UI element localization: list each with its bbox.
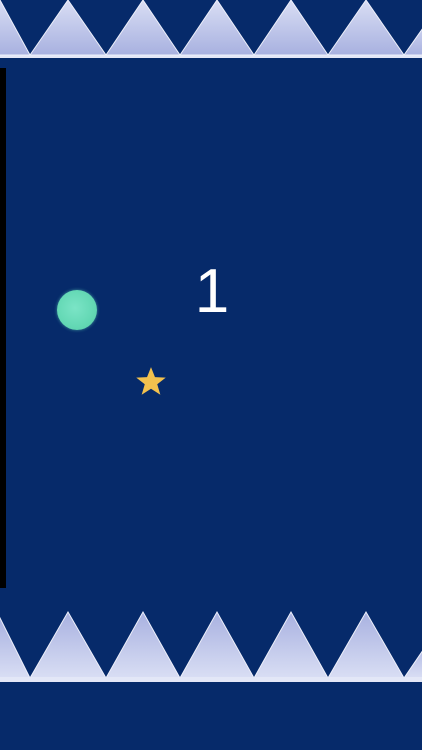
top-spikes — [0, 0, 422, 58]
left-wall — [0, 68, 6, 588]
score-counter: 1 — [194, 257, 230, 326]
bottom-spikes — [0, 610, 422, 682]
game-screen[interactable]: 1 — [0, 0, 422, 750]
star-icon — [136, 367, 166, 395]
player-ball — [57, 290, 97, 330]
